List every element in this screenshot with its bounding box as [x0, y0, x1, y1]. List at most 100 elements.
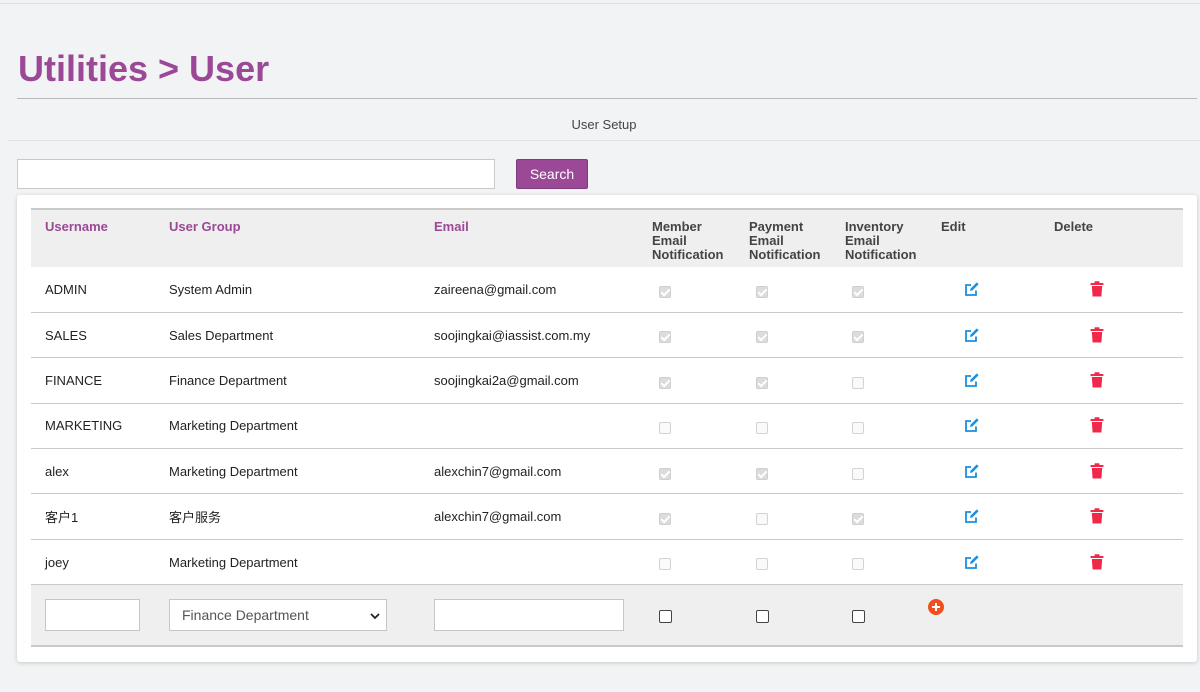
header-line: Notification	[652, 247, 724, 262]
cell-user-group: Marketing Department	[169, 463, 298, 479]
cell-inventory-notification	[831, 312, 927, 357]
member-notification-checkbox	[659, 331, 671, 344]
users-card: Username User Group Email Member Email N…	[17, 195, 1197, 662]
cell-delete	[1040, 539, 1183, 584]
cell-edit	[927, 539, 1040, 584]
cell-username: MARKETING	[45, 418, 123, 434]
cell-inventory-notification	[831, 494, 927, 539]
cell-member-notification	[638, 449, 735, 494]
member-notification-checkbox	[659, 285, 671, 298]
header-line: Email	[749, 233, 784, 248]
member-notification-checkbox	[659, 558, 671, 571]
cell-payment-notification	[735, 358, 831, 403]
cell-email: zaireena@gmail.com	[434, 281, 557, 297]
header-email[interactable]: Email	[420, 209, 638, 267]
add-user-row: Finance Department	[31, 584, 1183, 646]
cell-username: joey	[45, 554, 69, 570]
trash-icon[interactable]	[1090, 326, 1104, 346]
cell-new-inventory	[831, 585, 927, 646]
cell-username: 客户1	[45, 510, 79, 526]
cell-edit	[927, 312, 1040, 357]
edit-icon[interactable]	[964, 417, 980, 436]
edit-icon[interactable]	[964, 463, 980, 482]
search-input[interactable]	[17, 159, 495, 189]
cell-user-group: System Admin	[169, 281, 253, 297]
cell-add	[927, 585, 1040, 646]
table-row: FINANCE Finance Department soojingkai2a@…	[31, 358, 1183, 404]
search-button[interactable]: Search	[516, 159, 588, 189]
trash-icon[interactable]	[1090, 553, 1104, 573]
table-row: ADMIN System Admin zaireena@gmail.com	[31, 267, 1183, 313]
new-payment-notification-checkbox[interactable]	[756, 609, 769, 623]
cell-username: FINANCE	[45, 372, 103, 388]
payment-notification-checkbox	[756, 331, 768, 344]
edit-icon[interactable]	[964, 554, 980, 573]
cell-inventory-notification	[831, 449, 927, 494]
new-username-input[interactable]	[45, 598, 140, 631]
inventory-notification-checkbox	[852, 512, 864, 525]
cell-inventory-notification	[831, 358, 927, 403]
header-payment-email-notification: Payment Email Notification	[735, 209, 831, 267]
user-group-selected: Finance Department	[182, 606, 309, 623]
cell-payment-notification	[735, 539, 831, 584]
cell-payment-notification	[735, 312, 831, 357]
cell-new-user-group: Finance Department	[155, 585, 420, 646]
new-inventory-notification-checkbox[interactable]	[852, 609, 865, 623]
cell-user-group: Sales Department	[169, 327, 274, 343]
header-line: Notification	[749, 247, 821, 262]
header-user-group[interactable]: User Group	[155, 209, 420, 267]
new-email-input[interactable]	[434, 598, 624, 631]
user-group-select[interactable]: Finance Department	[169, 598, 387, 631]
cell-email: alexchin7@gmail.com	[434, 463, 562, 479]
cell-username: SALES	[45, 327, 87, 343]
cell-email	[420, 403, 638, 448]
cell-delete	[1040, 494, 1183, 539]
cell-new-username	[31, 585, 155, 646]
section-label: User Setup	[571, 117, 637, 132]
edit-icon[interactable]	[964, 281, 980, 300]
cell-member-notification	[638, 539, 735, 584]
cell-user-group: Finance Department	[169, 372, 287, 388]
new-member-notification-checkbox[interactable]	[659, 609, 672, 623]
cell-payment-notification	[735, 403, 831, 448]
cell-member-notification	[638, 494, 735, 539]
edit-icon[interactable]	[964, 508, 980, 527]
payment-notification-checkbox	[756, 558, 768, 571]
header-line: Member	[652, 219, 702, 234]
header-username[interactable]: Username	[31, 209, 155, 267]
payment-notification-checkbox	[756, 376, 768, 389]
cell-email: soojingkai2a@gmail.com	[434, 372, 579, 388]
edit-icon[interactable]	[964, 327, 980, 346]
payment-notification-checkbox	[756, 512, 768, 525]
payment-notification-checkbox	[756, 285, 768, 298]
cell-delete	[1040, 403, 1183, 448]
edit-icon[interactable]	[964, 372, 980, 391]
cell-username: ADMIN	[45, 281, 87, 297]
cell-payment-notification	[735, 449, 831, 494]
trash-icon[interactable]	[1090, 372, 1104, 391]
page-title: Utilities > User	[18, 48, 270, 89]
table-row: 客户1 客户服务 alexchin7@gmail.com	[31, 494, 1183, 540]
cell-username: alex	[45, 463, 69, 479]
inventory-notification-checkbox	[852, 558, 864, 571]
cell-edit	[927, 358, 1040, 403]
header-member-email-notification: Member Email Notification	[638, 209, 735, 267]
cell-edit	[927, 267, 1040, 312]
inventory-notification-checkbox	[852, 422, 864, 435]
payment-notification-checkbox	[756, 422, 768, 435]
cell-edit	[927, 494, 1040, 539]
table-row: joey Marketing Department	[31, 539, 1183, 585]
add-circle-icon[interactable]	[928, 599, 944, 616]
member-notification-checkbox	[659, 512, 671, 525]
header-line: Payment	[749, 219, 804, 234]
cell-delete	[1040, 449, 1183, 494]
trash-icon[interactable]	[1090, 508, 1104, 527]
users-table: Username User Group Email Member Email N…	[31, 208, 1183, 647]
trash-icon[interactable]	[1090, 463, 1104, 482]
table-row: MARKETING Marketing Department	[31, 403, 1183, 449]
cell-delete	[1040, 312, 1183, 357]
trash-icon[interactable]	[1090, 417, 1104, 436]
trash-icon[interactable]	[1090, 281, 1104, 300]
cell-empty	[1040, 585, 1183, 646]
payment-notification-checkbox	[756, 467, 768, 480]
